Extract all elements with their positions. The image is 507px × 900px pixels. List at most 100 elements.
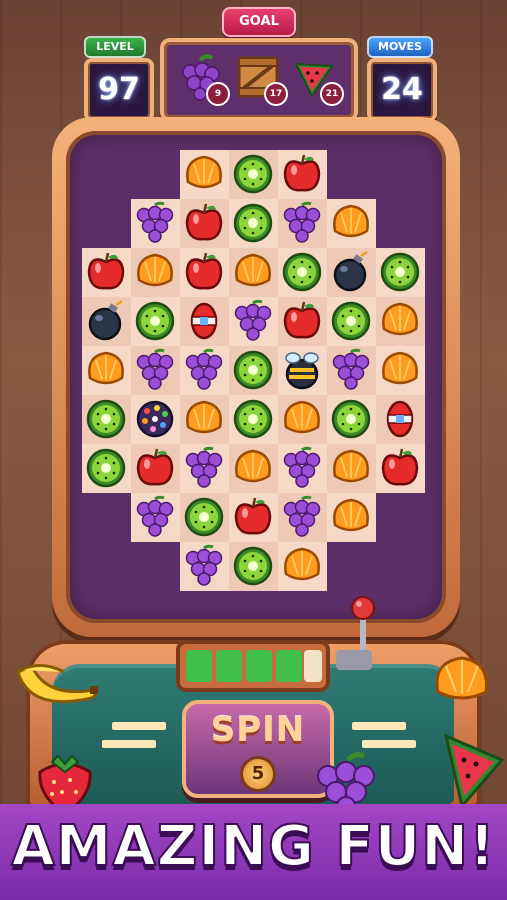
goal-count-crate: 17 bbox=[264, 82, 288, 106]
board-cell[interactable] bbox=[131, 444, 180, 493]
board-cell[interactable] bbox=[278, 150, 327, 199]
moves-value: 24 bbox=[367, 58, 437, 122]
board-cell[interactable] bbox=[278, 199, 327, 248]
banner-text: AMAZING FUN! bbox=[10, 813, 496, 880]
kiwi-icon bbox=[233, 546, 273, 586]
board-cell[interactable] bbox=[327, 395, 376, 444]
kiwi-icon bbox=[233, 154, 273, 194]
board-cell[interactable] bbox=[229, 346, 278, 395]
level-value: 97 bbox=[84, 58, 154, 122]
board-cell[interactable] bbox=[376, 444, 425, 493]
kiwi-icon bbox=[86, 399, 126, 439]
board-cell[interactable] bbox=[82, 248, 131, 297]
board-cell[interactable] bbox=[376, 248, 425, 297]
apple-icon bbox=[234, 497, 272, 535]
board-cell[interactable] bbox=[229, 150, 278, 199]
orange-icon bbox=[186, 155, 222, 189]
rocket-icon bbox=[386, 400, 414, 438]
kiwi-icon bbox=[380, 252, 420, 292]
board-cell[interactable] bbox=[180, 444, 229, 493]
pad-light bbox=[352, 722, 406, 730]
board-cell[interactable] bbox=[180, 542, 229, 591]
board-cell[interactable] bbox=[327, 199, 376, 248]
apple-icon bbox=[185, 252, 223, 290]
moves-label: MOVES bbox=[367, 36, 433, 58]
orange-icon bbox=[137, 253, 173, 287]
orange-icon bbox=[284, 400, 320, 434]
board-cell[interactable] bbox=[131, 297, 180, 346]
kiwi-icon bbox=[331, 301, 371, 341]
goal-item-watermelon: 21 bbox=[292, 54, 344, 106]
grape-icon bbox=[136, 201, 174, 243]
board-cell[interactable] bbox=[131, 248, 180, 297]
board-cell[interactable] bbox=[229, 248, 278, 297]
board-cell[interactable] bbox=[229, 542, 278, 591]
board-cell[interactable] bbox=[180, 493, 229, 542]
board-cell[interactable] bbox=[180, 248, 229, 297]
orange-icon bbox=[284, 547, 320, 581]
slot-lever[interactable] bbox=[330, 596, 390, 676]
board-cell[interactable] bbox=[82, 297, 131, 346]
board-cell[interactable] bbox=[82, 395, 131, 444]
board-cell[interactable] bbox=[278, 444, 327, 493]
board-cell[interactable] bbox=[327, 444, 376, 493]
reel-indicator bbox=[304, 650, 322, 682]
goal-item-grape: 9 bbox=[178, 54, 230, 106]
board-cell[interactable] bbox=[82, 444, 131, 493]
board-cell[interactable] bbox=[229, 395, 278, 444]
board-cell[interactable] bbox=[278, 248, 327, 297]
reel-indicator bbox=[186, 650, 212, 682]
grape-icon bbox=[283, 495, 321, 537]
orange-icon bbox=[333, 449, 369, 483]
goal-count-watermelon: 21 bbox=[320, 82, 344, 106]
reel-indicator bbox=[276, 650, 302, 682]
board-cell[interactable] bbox=[327, 248, 376, 297]
grape-icon bbox=[185, 446, 223, 488]
goal-item-crate: 17 bbox=[236, 54, 288, 106]
board-cell[interactable] bbox=[131, 199, 180, 248]
rocket-icon bbox=[190, 302, 218, 340]
grape-icon bbox=[283, 446, 321, 488]
level-label: LEVEL bbox=[84, 36, 146, 58]
orange-icon bbox=[382, 302, 418, 336]
game-board bbox=[82, 150, 425, 591]
board-cell[interactable] bbox=[376, 346, 425, 395]
board-cell[interactable] bbox=[229, 444, 278, 493]
board-cell[interactable] bbox=[278, 493, 327, 542]
board-cell[interactable] bbox=[229, 493, 278, 542]
goal-label: GOAL bbox=[222, 7, 296, 37]
reel-indicator bbox=[246, 650, 272, 682]
board-cell[interactable] bbox=[180, 395, 229, 444]
board-cell[interactable] bbox=[278, 297, 327, 346]
board-cell[interactable] bbox=[278, 346, 327, 395]
board-cell[interactable] bbox=[376, 297, 425, 346]
board-cell[interactable] bbox=[82, 346, 131, 395]
orange-icon bbox=[382, 351, 418, 385]
kiwi-icon bbox=[233, 203, 273, 243]
board-cell[interactable] bbox=[327, 346, 376, 395]
board-cell[interactable] bbox=[229, 297, 278, 346]
board-cell[interactable] bbox=[327, 493, 376, 542]
board-cell[interactable] bbox=[180, 150, 229, 199]
orange-icon bbox=[333, 498, 369, 532]
kiwi-icon bbox=[135, 301, 175, 341]
board-cell[interactable] bbox=[131, 493, 180, 542]
board-cell[interactable] bbox=[180, 297, 229, 346]
board-cell[interactable] bbox=[180, 346, 229, 395]
apple-icon bbox=[381, 448, 419, 486]
board-cell[interactable] bbox=[180, 199, 229, 248]
board-cell[interactable] bbox=[327, 297, 376, 346]
board-cell[interactable] bbox=[131, 346, 180, 395]
board-cell[interactable] bbox=[229, 199, 278, 248]
board-cell[interactable] bbox=[278, 395, 327, 444]
slot-reels bbox=[176, 640, 330, 692]
bomb-icon bbox=[88, 299, 123, 341]
board-cell[interactable] bbox=[131, 395, 180, 444]
orange-icon bbox=[235, 449, 271, 483]
grape-icon bbox=[185, 348, 223, 390]
spin-count: 5 bbox=[240, 756, 276, 792]
reel-indicator bbox=[216, 650, 242, 682]
board-cell[interactable] bbox=[376, 395, 425, 444]
board-cell[interactable] bbox=[278, 542, 327, 591]
bee-bomb-icon bbox=[285, 352, 319, 390]
